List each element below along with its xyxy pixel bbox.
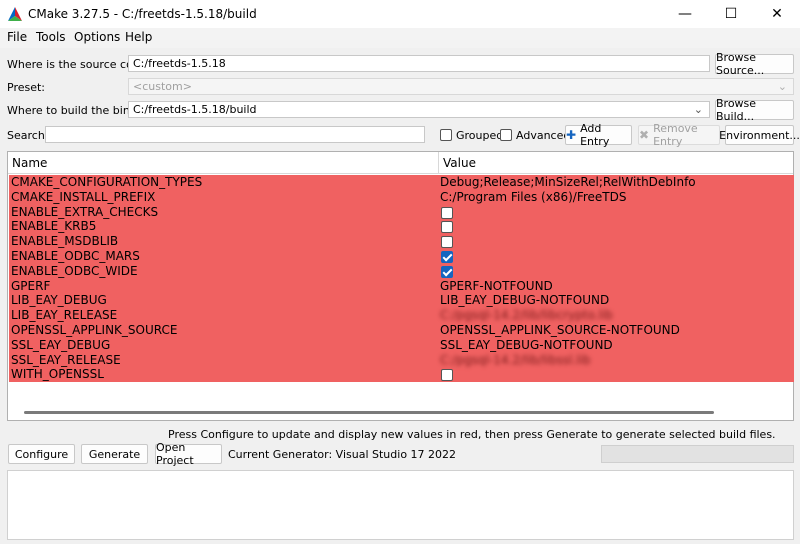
table-row[interactable]: ENABLE_MSDBLIB	[9, 234, 794, 249]
row-checkbox[interactable]	[441, 236, 453, 249]
table-row[interactable]: LIB_EAY_RELEASE C:/pgsql-14.2/lib/libcryp…	[9, 308, 794, 323]
table-row[interactable]: OPENSSL_APPLINK_SOURCE OPENSSL_APPLINK_SO…	[9, 323, 794, 338]
column-header-name[interactable]: Name	[8, 152, 439, 174]
output-log[interactable]	[7, 470, 794, 540]
cmake-logo-icon	[8, 7, 22, 21]
browse-build-button[interactable]: Browse Build...	[715, 97, 794, 123]
maximize-button[interactable]: ☐	[708, 0, 754, 28]
current-generator: Current Generator: Visual Studio 17 2022	[228, 448, 457, 461]
status-message: Press Configure to update and display ne…	[168, 428, 776, 441]
row-name: CMAKE_INSTALL_PREFIX	[11, 189, 156, 204]
table-row[interactable]: ENABLE_EXTRA_CHECKS	[9, 205, 794, 220]
row-name: LIB_EAY_RELEASE	[11, 308, 118, 323]
window-title: CMake 3.27.5 - C:/freetds-1.5.18/build	[28, 7, 257, 21]
row-value[interactable]: C:/Program Files (x86)/FreeTDS	[440, 190, 627, 205]
row-checkbox[interactable]	[441, 369, 453, 382]
configure-button[interactable]: Configure	[8, 444, 75, 464]
horizontal-scrollbar[interactable]	[24, 411, 714, 414]
row-name: ENABLE_ODBC_WIDE	[11, 263, 138, 278]
add-entry-label: Add Entry	[580, 122, 610, 148]
generate-button[interactable]: Generate	[81, 444, 148, 464]
maximize-icon: ☐	[724, 6, 738, 22]
browse-source-button[interactable]: Browse Source...	[715, 51, 794, 77]
row-value[interactable]: OPENSSL_APPLINK_SOURCE-NOTFOUND	[440, 323, 680, 338]
row-checkbox[interactable]	[441, 206, 453, 219]
row-value[interactable]: SSL_EAY_DEBUG-NOTFOUND	[440, 338, 613, 353]
preset-select[interactable]: <custom> ⌄	[128, 78, 794, 95]
close-button[interactable]: ✕	[754, 0, 800, 28]
table-row[interactable]: ENABLE_KRB5	[9, 219, 794, 234]
row-checkbox-checked[interactable]	[441, 251, 453, 263]
table-row[interactable]: WITH_OPENSSL	[9, 367, 794, 382]
remove-entry-button[interactable]: ✖ Remove Entry	[638, 122, 720, 148]
environment-button[interactable]: Environment...	[719, 125, 800, 145]
column-header-value[interactable]: Value	[439, 152, 793, 174]
build-path-combobox[interactable]: C:/freetds-1.5.18/build ⌄	[128, 101, 710, 118]
grouped-checkbox[interactable]	[440, 129, 452, 141]
preset-label: Preset:	[7, 81, 46, 94]
grouped-label: Grouped	[456, 129, 504, 142]
build-chevron-down-icon[interactable]: ⌄	[694, 102, 703, 117]
open-project-button[interactable]: Open Project	[155, 441, 222, 467]
advanced-checkbox[interactable]	[500, 129, 512, 141]
close-icon: ✕	[771, 6, 783, 22]
row-checkbox[interactable]	[441, 221, 453, 234]
row-name: ENABLE_ODBC_MARS	[11, 249, 140, 263]
row-name: WITH_OPENSSL	[11, 367, 104, 382]
preset-value: <custom>	[133, 80, 192, 93]
row-name: GPERF	[11, 278, 51, 293]
advanced-label: Advanced	[516, 129, 571, 142]
table-row[interactable]: LIB_EAY_DEBUG LIB_EAY_DEBUG-NOTFOUND	[9, 293, 794, 308]
search-input[interactable]	[45, 126, 425, 143]
search-label: Search:	[7, 129, 49, 142]
row-name: ENABLE_MSDBLIB	[11, 234, 119, 249]
table-row[interactable]: CMAKE_CONFIGURATION_TYPES Debug;Release;M…	[9, 175, 794, 190]
minimize-button[interactable]: —	[662, 0, 708, 28]
menu-help[interactable]: Help	[125, 30, 152, 44]
row-name: OPENSSL_APPLINK_SOURCE	[11, 323, 178, 337]
table-row[interactable]: ENABLE_ODBC_WIDE	[9, 264, 794, 279]
minimize-icon: —	[678, 6, 692, 22]
cache-rows: CMAKE_CONFIGURATION_TYPES Debug;Release;M…	[9, 175, 794, 382]
table-row[interactable]: CMAKE_INSTALL_PREFIX C:/Program Files (x8…	[9, 190, 794, 205]
row-name: SSL_EAY_RELEASE	[11, 352, 121, 367]
row-name: ENABLE_EXTRA_CHECKS	[11, 204, 159, 219]
plus-icon: ✚	[566, 128, 577, 142]
cache-table[interactable]: Name Value CMAKE_CONFIGURATION_TYPES Debu…	[7, 151, 794, 421]
row-name: ENABLE_KRB5	[11, 219, 97, 234]
table-row[interactable]: SSL_EAY_RELEASE C:/pgsql-14.2/lib/libssl.…	[9, 353, 794, 368]
remove-x-icon: ✖	[639, 128, 650, 142]
menu-file[interactable]: File	[7, 30, 27, 44]
table-row[interactable]: ENABLE_ODBC_MARS	[9, 249, 794, 264]
row-value[interactable]: C:/pgsql-14.2/lib/libcrypto.lib	[440, 308, 613, 323]
row-name: CMAKE_CONFIGURATION_TYPES	[11, 175, 203, 189]
row-value[interactable]: GPERF-NOTFOUND	[440, 279, 553, 294]
build-path-value: C:/freetds-1.5.18/build	[133, 103, 257, 116]
source-path-field[interactable]: C:/freetds-1.5.18	[128, 55, 710, 72]
add-entry-button[interactable]: ✚ Add Entry	[565, 122, 632, 148]
table-row[interactable]: SSL_EAY_DEBUG SSL_EAY_DEBUG-NOTFOUND	[9, 338, 794, 353]
row-value[interactable]: C:/pgsql-14.2/lib/libssl.lib	[440, 353, 591, 368]
row-name: SSL_EAY_DEBUG	[11, 337, 111, 352]
title-bar: CMake 3.27.5 - C:/freetds-1.5.18/build —…	[0, 0, 800, 28]
row-value[interactable]: Debug;Release;MinSizeRel;RelWithDebInfo	[440, 175, 696, 190]
preset-chevron-down-icon: ⌄	[777, 80, 787, 93]
row-name: LIB_EAY_DEBUG	[11, 293, 107, 308]
row-checkbox-checked[interactable]	[441, 265, 453, 278]
progress-bar	[601, 445, 794, 463]
row-value[interactable]: LIB_EAY_DEBUG-NOTFOUND	[440, 293, 609, 308]
menu-tools[interactable]: Tools	[36, 30, 66, 44]
remove-entry-label: Remove Entry	[653, 122, 698, 148]
menu-options[interactable]: Options	[74, 30, 120, 44]
table-row[interactable]: GPERF GPERF-NOTFOUND	[9, 279, 794, 294]
